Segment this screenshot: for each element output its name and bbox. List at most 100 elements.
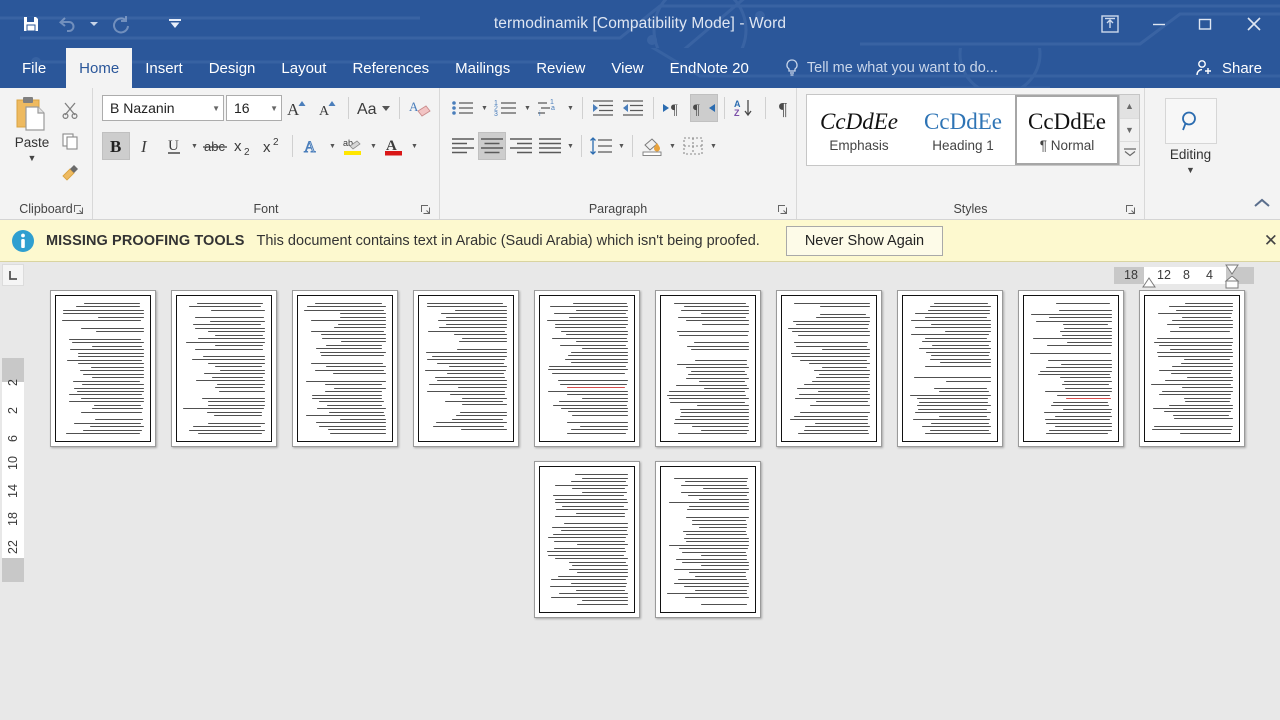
quick-access-toolbar[interactable] bbox=[0, 8, 192, 40]
styles-gallery[interactable]: CcDdEe Emphasis CcDdEe Heading 1 CcDdEe … bbox=[806, 94, 1140, 166]
ltr-text-direction-icon[interactable]: ¶ bbox=[660, 94, 688, 122]
collapse-ribbon-icon[interactable] bbox=[1252, 196, 1272, 215]
tab-mailings[interactable]: Mailings bbox=[442, 48, 523, 88]
borders-dropdown-icon[interactable]: ▼ bbox=[708, 143, 719, 150]
tab-layout[interactable]: Layout bbox=[268, 48, 339, 88]
font-size-combobox[interactable]: 16 ▼ bbox=[226, 95, 282, 121]
paragraph-dialog-launcher[interactable] bbox=[777, 204, 789, 216]
clipboard-dialog-launcher[interactable] bbox=[73, 204, 85, 216]
tell-me-search[interactable]: Tell me what you want to do... bbox=[784, 48, 998, 88]
underline-button[interactable]: U bbox=[160, 132, 188, 160]
style-normal[interactable]: CcDdEe ¶ Normal bbox=[1015, 95, 1119, 165]
multilevel-dropdown-icon[interactable]: ▼ bbox=[565, 105, 576, 112]
page-thumbnail[interactable] bbox=[534, 290, 640, 447]
copy-icon[interactable] bbox=[59, 127, 81, 155]
tab-insert[interactable]: Insert bbox=[132, 48, 196, 88]
save-icon[interactable] bbox=[14, 8, 48, 40]
page-thumbnail[interactable] bbox=[655, 461, 761, 618]
close-icon[interactable] bbox=[1228, 0, 1280, 48]
decrease-indent-icon[interactable] bbox=[589, 94, 617, 122]
chevron-down-icon[interactable] bbox=[158, 8, 192, 40]
editing-button[interactable]: Editing ▼ bbox=[1150, 92, 1231, 175]
bullets-icon[interactable] bbox=[449, 94, 477, 122]
align-left-icon[interactable] bbox=[449, 132, 477, 160]
multilevel-list-icon[interactable]: 1ai bbox=[535, 94, 563, 122]
cut-icon[interactable] bbox=[59, 96, 81, 124]
ribbon-tab-strip[interactable]: File Home Insert Design Layout Reference… bbox=[0, 48, 1280, 88]
styles-more-icon[interactable] bbox=[1120, 142, 1139, 165]
sort-icon[interactable]: AZ bbox=[731, 94, 759, 122]
text-highlight-color-icon[interactable]: ab bbox=[339, 132, 367, 160]
page-thumbnail[interactable] bbox=[655, 290, 761, 447]
underline-dropdown-icon[interactable]: ▼ bbox=[189, 143, 200, 150]
shading-dropdown-icon[interactable]: ▼ bbox=[667, 143, 678, 150]
bullets-dropdown-icon[interactable]: ▼ bbox=[479, 105, 490, 112]
rtl-text-direction-icon[interactable]: ¶ bbox=[690, 94, 718, 122]
bold-button[interactable]: B bbox=[102, 132, 130, 160]
page-thumbnail[interactable] bbox=[413, 290, 519, 447]
minimize-icon[interactable] bbox=[1136, 0, 1182, 48]
clear-formatting-icon[interactable]: A bbox=[406, 94, 434, 122]
highlight-dropdown-icon[interactable]: ▼ bbox=[368, 143, 379, 150]
text-effects-icon[interactable]: A bbox=[298, 132, 326, 160]
page-thumbnail[interactable] bbox=[1018, 290, 1124, 447]
page-thumbnail[interactable] bbox=[776, 290, 882, 447]
page-thumbnail[interactable] bbox=[171, 290, 277, 447]
editing-dropdown-icon[interactable]: ▼ bbox=[1186, 166, 1195, 175]
tab-references[interactable]: References bbox=[339, 48, 442, 88]
page-thumbnail[interactable] bbox=[1139, 290, 1245, 447]
numbering-dropdown-icon[interactable]: ▼ bbox=[522, 105, 533, 112]
styles-gallery-scrollbar[interactable]: ▲ ▼ bbox=[1119, 95, 1139, 165]
subscript-button[interactable]: x2 bbox=[230, 132, 258, 160]
grow-font-icon[interactable]: A bbox=[284, 94, 312, 122]
paste-button[interactable]: Paste ▼ bbox=[5, 92, 59, 163]
format-painter-icon[interactable] bbox=[59, 158, 81, 186]
tab-home[interactable]: Home bbox=[66, 48, 133, 88]
font-color-icon[interactable]: A bbox=[380, 132, 408, 160]
line-spacing-icon[interactable] bbox=[587, 132, 615, 160]
style-heading-1[interactable]: CcDdEe Heading 1 bbox=[911, 95, 1015, 165]
redo-icon[interactable] bbox=[104, 8, 138, 40]
never-show-again-button[interactable]: Never Show Again bbox=[785, 225, 944, 256]
font-name-combobox[interactable]: B Nazanin ▼ bbox=[102, 95, 224, 121]
shading-icon[interactable] bbox=[638, 132, 666, 160]
center-align-icon[interactable] bbox=[478, 132, 506, 160]
justify-icon[interactable] bbox=[536, 132, 564, 160]
page-thumbnail[interactable] bbox=[897, 290, 1003, 447]
font-color-dropdown-icon[interactable]: ▼ bbox=[409, 143, 420, 150]
styles-scroll-up-icon[interactable]: ▲ bbox=[1120, 95, 1139, 119]
justify-dropdown-icon[interactable]: ▼ bbox=[565, 143, 576, 150]
increase-indent-icon[interactable] bbox=[619, 94, 647, 122]
vertical-ruler[interactable]: 2 2 6 10 14 18 22 bbox=[2, 290, 24, 719]
change-case-icon[interactable]: Aa bbox=[355, 94, 393, 122]
horizontal-ruler[interactable]: 18 12 8 4 bbox=[0, 262, 1280, 290]
font-name-caret-icon[interactable]: ▼ bbox=[208, 104, 220, 113]
tab-file[interactable]: File bbox=[0, 48, 66, 88]
window-controls[interactable] bbox=[1084, 0, 1280, 48]
font-dialog-launcher[interactable] bbox=[420, 204, 432, 216]
message-close-icon[interactable]: ✕ bbox=[1264, 231, 1278, 251]
style-emphasis[interactable]: CcDdEe Emphasis bbox=[807, 95, 911, 165]
share-button[interactable]: Share bbox=[1180, 48, 1280, 88]
align-right-icon[interactable] bbox=[507, 132, 535, 160]
borders-icon[interactable] bbox=[679, 132, 707, 160]
tab-review[interactable]: Review bbox=[523, 48, 598, 88]
numbering-icon[interactable]: 123 bbox=[492, 94, 520, 122]
page-thumbnail[interactable] bbox=[292, 290, 398, 447]
document-pages[interactable] bbox=[26, 290, 1280, 719]
undo-icon[interactable] bbox=[50, 8, 84, 40]
undo-dropdown-icon[interactable] bbox=[86, 8, 102, 40]
superscript-button[interactable]: x2 bbox=[259, 132, 287, 160]
line-spacing-dropdown-icon[interactable]: ▼ bbox=[616, 143, 627, 150]
tab-endnote-20[interactable]: EndNote 20 bbox=[657, 48, 762, 88]
shrink-font-icon[interactable]: A bbox=[314, 94, 342, 122]
search-icon[interactable] bbox=[1164, 98, 1217, 144]
tab-design[interactable]: Design bbox=[196, 48, 269, 88]
tab-stop-left-icon[interactable] bbox=[2, 264, 24, 286]
italic-button[interactable]: I bbox=[131, 132, 159, 160]
paste-dropdown-icon[interactable]: ▼ bbox=[28, 154, 37, 163]
strikethrough-button[interactable]: abc bbox=[201, 132, 229, 160]
page-thumbnail[interactable] bbox=[50, 290, 156, 447]
page-thumbnail[interactable] bbox=[534, 461, 640, 618]
styles-scroll-down-icon[interactable]: ▼ bbox=[1120, 119, 1139, 143]
